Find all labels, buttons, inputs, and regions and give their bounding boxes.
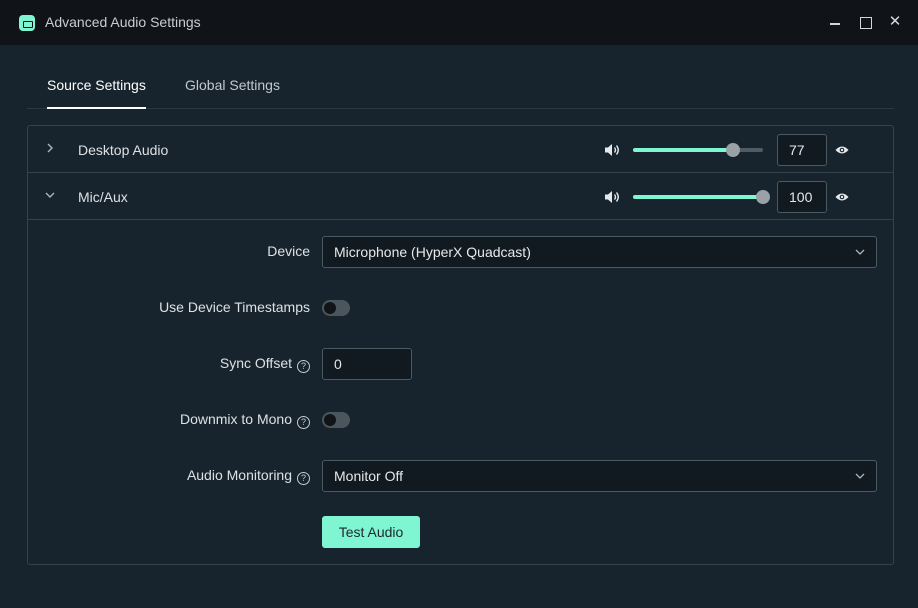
volume-slider-thumb[interactable] — [726, 143, 741, 157]
use-device-timestamps-label: Use Device Timestamps — [159, 299, 310, 315]
close-button[interactable]: ✕ — [885, 12, 905, 32]
sources-panel: Desktop Audio 77 Mic/Aux 100 Device Micr… — [27, 125, 894, 565]
volume-slider-fill — [633, 195, 763, 199]
minimize-button[interactable] — [825, 12, 845, 32]
downmix-to-mono-toggle[interactable] — [322, 412, 350, 428]
audio-monitoring-label-text: Audio Monitoring — [186, 467, 292, 483]
title-bar: Advanced Audio Settings ✕ — [0, 0, 918, 45]
eye-icon[interactable] — [835, 143, 849, 157]
help-icon[interactable]: ? — [297, 360, 310, 373]
settings-tabs: Source Settings Global Settings — [27, 62, 894, 109]
source-name: Desktop Audio — [78, 142, 169, 158]
maximize-button[interactable] — [855, 12, 875, 32]
volume-slider-fill — [633, 148, 734, 152]
device-select-value: Microphone (HyperX Quadcast) — [334, 244, 531, 260]
audio-monitoring-select-value: Monitor Off — [334, 468, 403, 484]
source-row-mic-aux: Mic/Aux 100 — [28, 173, 893, 220]
help-icon[interactable]: ? — [297, 416, 310, 429]
chevron-down-icon — [855, 473, 865, 479]
source-name: Mic/Aux — [78, 189, 128, 205]
volume-input[interactable]: 100 — [777, 181, 827, 213]
chevron-right-icon[interactable] — [43, 141, 57, 155]
audio-monitoring-select[interactable]: Monitor Off — [322, 460, 877, 492]
sync-offset-label: Sync Offset? — [10, 355, 310, 373]
device-select[interactable]: Microphone (HyperX Quadcast) — [322, 236, 877, 268]
tab-source-settings[interactable]: Source Settings — [47, 77, 146, 109]
chevron-down-icon — [855, 249, 865, 255]
downmix-to-mono-label-text: Downmix to Mono — [179, 411, 292, 427]
eye-icon[interactable] — [835, 190, 849, 204]
help-icon[interactable]: ? — [297, 472, 310, 485]
advanced-audio-settings-window: Advanced Audio Settings ✕ Source Setting… — [0, 0, 918, 608]
app-logo-icon — [19, 15, 35, 31]
source-row-desktop-audio: Desktop Audio 77 — [28, 126, 893, 173]
volume-input[interactable]: 77 — [777, 134, 827, 166]
audio-monitoring-label: Audio Monitoring? — [10, 467, 310, 485]
use-device-timestamps-toggle[interactable] — [322, 300, 350, 316]
downmix-to-mono-label: Downmix to Mono? — [10, 411, 310, 429]
volume-slider[interactable] — [633, 143, 763, 157]
tab-global-settings[interactable]: Global Settings — [185, 77, 280, 109]
volume-slider-thumb[interactable] — [756, 190, 770, 204]
sync-offset-label-text: Sync Offset — [219, 355, 292, 371]
test-audio-button[interactable]: Test Audio — [322, 516, 420, 548]
speaker-icon[interactable] — [604, 189, 620, 205]
volume-slider[interactable] — [633, 190, 770, 204]
sync-offset-input[interactable]: 0 — [322, 348, 412, 380]
window-title: Advanced Audio Settings — [45, 14, 201, 30]
chevron-down-icon[interactable] — [43, 188, 57, 202]
speaker-icon[interactable] — [604, 142, 620, 158]
device-label: Device — [267, 243, 310, 259]
